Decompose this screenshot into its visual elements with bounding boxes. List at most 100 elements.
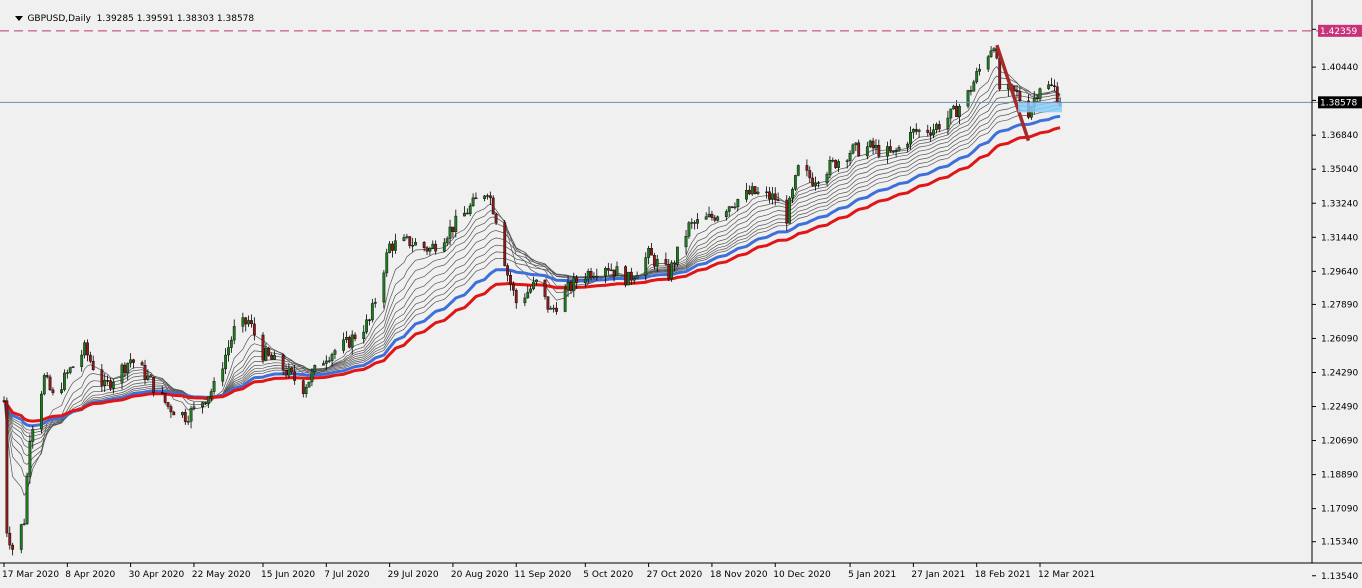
candle-body <box>583 278 587 284</box>
candle-body <box>770 193 774 200</box>
candle-body <box>909 132 912 145</box>
candle-body <box>589 271 593 278</box>
candle-body <box>808 170 812 179</box>
candle-body <box>776 199 780 202</box>
candle-body <box>63 372 66 390</box>
candle-body <box>868 140 872 147</box>
candle-body <box>529 288 533 293</box>
candle-body <box>555 307 558 312</box>
candle-body <box>224 354 227 370</box>
y-tick-label: 1.33240 <box>1321 199 1358 209</box>
candle-body <box>103 380 107 386</box>
y-tick-label: 1.27890 <box>1321 300 1358 310</box>
candle-body <box>874 144 878 149</box>
candle-body <box>897 147 901 151</box>
x-tick-label: 5 Jan 2021 <box>848 570 896 580</box>
candle-body <box>71 366 75 368</box>
candle-body <box>22 523 26 525</box>
candle-body <box>149 375 153 378</box>
candle-body <box>48 376 52 391</box>
candle-body <box>126 362 130 374</box>
candle-body <box>566 281 570 291</box>
candle-body <box>753 186 757 194</box>
candle-body <box>140 362 144 366</box>
candle-body <box>906 143 910 148</box>
y-tick-label: 1.22490 <box>1321 403 1358 413</box>
candle <box>267 346 271 357</box>
candle-body <box>221 368 225 382</box>
candle <box>503 220 507 267</box>
candle-body <box>865 146 869 157</box>
candle-body <box>667 263 671 280</box>
candle <box>491 195 495 215</box>
candle-body <box>307 381 311 388</box>
candle-body <box>264 347 268 361</box>
candle-body <box>552 307 556 310</box>
candle <box>793 174 797 191</box>
candle-body <box>724 211 728 218</box>
candle <box>624 265 628 288</box>
candle-body <box>448 226 452 239</box>
candle <box>851 143 855 155</box>
x-tick-label: 5 Oct 2020 <box>583 570 633 580</box>
candle-body <box>65 372 69 374</box>
dropdown-triangle-icon[interactable] <box>15 16 24 21</box>
candle-body <box>673 262 676 265</box>
candle-body <box>365 319 368 333</box>
candle-body <box>465 212 469 215</box>
candle-body <box>543 279 547 297</box>
candle-body <box>955 105 958 118</box>
candle-body <box>768 191 771 200</box>
candle-body <box>929 132 933 136</box>
candle-body <box>252 323 256 336</box>
chart-area[interactable]: 1.424401.404401.386801.368401.350401.332… <box>0 0 1362 584</box>
x-tick-label: 11 Sep 2020 <box>514 570 571 580</box>
candle-body <box>831 159 835 162</box>
candle-body <box>966 90 970 107</box>
candle-body <box>834 159 838 168</box>
candle-body <box>684 236 688 248</box>
chart-svg[interactable]: 1.424401.404401.386801.368401.350401.332… <box>0 0 1362 584</box>
candle-body <box>575 277 579 284</box>
candle-body <box>534 279 538 283</box>
candle-body <box>845 160 849 162</box>
candle <box>5 397 9 537</box>
candle-body <box>327 360 331 362</box>
candle <box>25 472 29 526</box>
resistance-price-badge: 1.42359 <box>1318 24 1362 37</box>
candle-body <box>192 406 196 409</box>
candle-body <box>756 191 760 194</box>
candle-body <box>592 275 596 278</box>
candle-body <box>284 369 288 376</box>
candle-body <box>932 129 935 136</box>
candle-body <box>612 269 616 276</box>
candle-body <box>1015 90 1019 92</box>
candle-body <box>687 222 691 237</box>
candle-body <box>532 281 535 290</box>
candle-body <box>342 339 345 351</box>
candle-body <box>304 386 308 394</box>
candle <box>19 523 23 554</box>
candle-body <box>454 215 458 232</box>
candle-body <box>1050 84 1053 86</box>
candle-body <box>713 217 717 221</box>
candle-body <box>172 411 176 416</box>
candle-body <box>411 245 415 247</box>
candle <box>543 279 547 300</box>
symbol-label: GBPUSD,Daily <box>27 14 91 24</box>
candle-body <box>241 317 245 327</box>
candle-body <box>848 153 852 161</box>
candle-body <box>1055 86 1059 103</box>
candle-body <box>837 161 840 168</box>
candle-body <box>992 48 996 51</box>
candle-body <box>106 380 110 382</box>
candle-body <box>707 213 711 217</box>
candle-body <box>111 382 115 389</box>
candle-body <box>972 81 976 92</box>
candle-body <box>716 216 720 221</box>
candle-body <box>45 375 49 378</box>
candle-body <box>80 354 84 367</box>
candle-body <box>704 216 708 220</box>
candle-body <box>431 243 435 249</box>
candle-body <box>402 237 406 241</box>
